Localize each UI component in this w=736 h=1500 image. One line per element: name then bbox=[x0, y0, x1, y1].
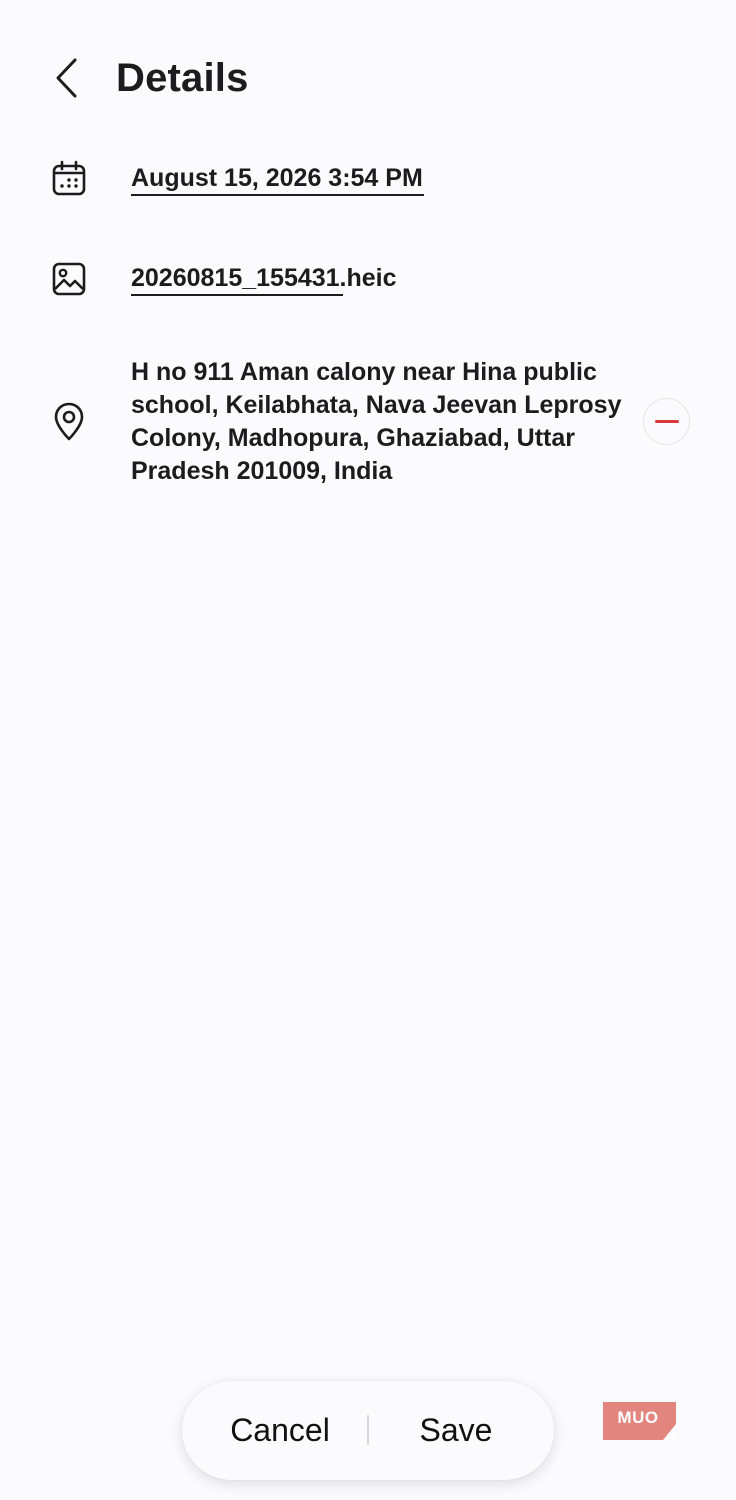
location-pin-icon bbox=[48, 400, 90, 442]
back-button[interactable] bbox=[40, 54, 92, 102]
file-name-underline bbox=[131, 294, 343, 296]
date-time-underline bbox=[131, 194, 424, 196]
chevron-left-icon bbox=[56, 58, 77, 98]
calendar-icon bbox=[48, 158, 90, 200]
location-row: H no 911 Aman calony near Hina public sc… bbox=[0, 356, 736, 496]
remove-location-button[interactable] bbox=[643, 398, 690, 445]
header: Details bbox=[0, 40, 736, 116]
date-time-row: August 15, 2026 3:54 PM bbox=[0, 156, 736, 206]
watermark-logo: MUO bbox=[603, 1402, 676, 1440]
file-name-row: 20260815_155431.heic bbox=[0, 256, 736, 306]
remove-icon bbox=[654, 420, 679, 423]
action-divider bbox=[367, 1415, 369, 1445]
save-button[interactable]: Save bbox=[378, 1381, 534, 1480]
date-time-field[interactable]: August 15, 2026 3:54 PM bbox=[131, 162, 423, 195]
bottom-action-bar: Cancel Save bbox=[182, 1381, 554, 1480]
details-screen: Details August 15, 2026 3:54 PM 20260815… bbox=[0, 0, 736, 1500]
cancel-button[interactable]: Cancel bbox=[202, 1381, 358, 1480]
image-icon bbox=[48, 258, 90, 300]
file-name-field[interactable]: 20260815_155431.heic bbox=[131, 262, 397, 295]
location-field[interactable]: H no 911 Aman calony near Hina public sc… bbox=[131, 356, 631, 488]
watermark-text: MUO bbox=[617, 1408, 659, 1427]
page-title: Details bbox=[116, 56, 249, 100]
